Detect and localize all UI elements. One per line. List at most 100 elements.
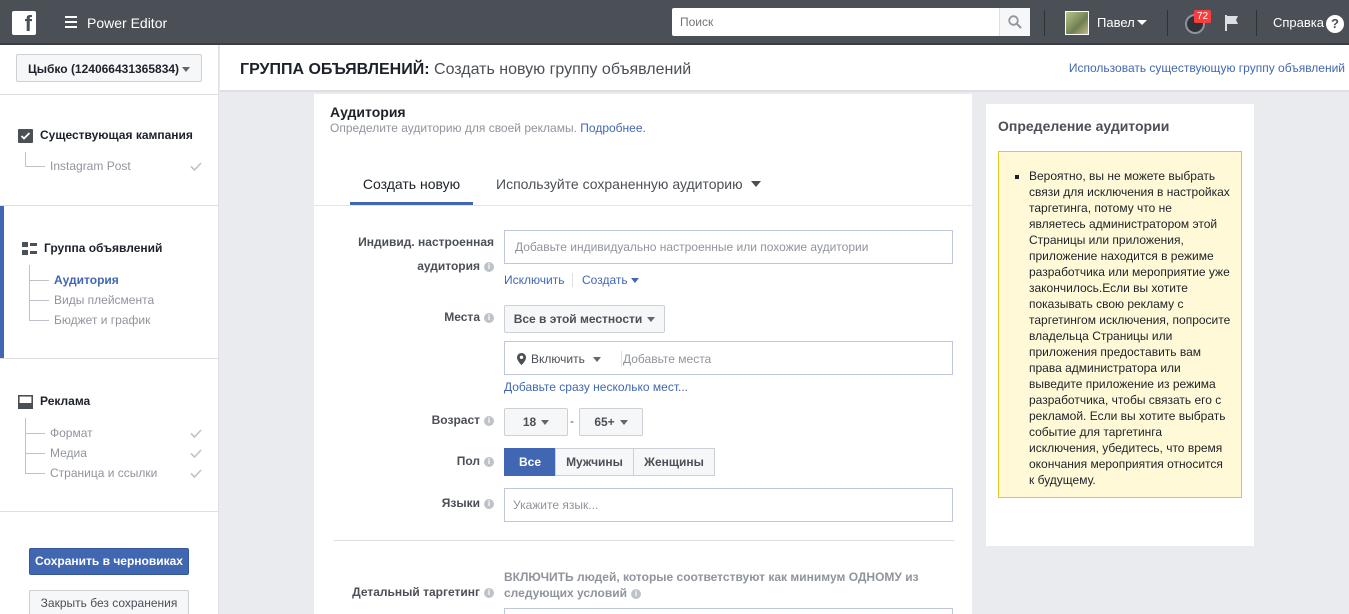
add-bulk-locations-link[interactable]: Добавьте сразу несколько мест... [504,380,688,394]
divider [1044,10,1045,36]
chevron-down-icon [182,67,190,72]
audience-card: Аудитория Определите аудиторию для своей… [314,94,972,614]
search-icon [1008,15,1022,29]
subtitle-text: Определите аудиторию для своей рекламы. [330,121,577,135]
age-min-dropdown[interactable]: 18 [504,408,568,436]
notification-badge: 72 [1194,10,1212,23]
sidebar: Цыбко (124066431365834) Существующая кам… [0,45,219,614]
checkmark-icon [190,449,202,458]
page-header: ГРУППА ОБЪЯВЛЕНИЙ: Создать новую группу … [220,45,1349,92]
divider [0,358,218,359]
tree-branch [29,320,49,321]
facebook-logo-icon[interactable]: f [12,11,36,35]
custom-audience-label: Индивид. настроенная аудитория i [338,230,494,278]
tab-create-new[interactable]: Создать новую [350,176,473,205]
tab-saved-audience[interactable]: Используйте сохраненную аудиторию [496,176,761,192]
sidebar-section-adset[interactable]: Группа объявлений [22,241,162,256]
age-max-dropdown[interactable]: 65+ [579,408,643,436]
label-line: Индивид. настроенная [358,235,494,249]
section-title: Аудитория [330,104,406,120]
tree-branch [29,280,49,281]
sidebar-item-budget[interactable]: Бюджет и график [54,313,150,327]
page-title-prefix: ГРУППА ОБЪЯВЛЕНИЙ: [240,61,430,78]
search-button[interactable] [999,8,1030,36]
tree-branch [29,300,49,301]
help-link[interactable]: Справка [1273,15,1324,30]
divider [314,205,972,206]
sidebar-section-label: Реклама [40,394,91,408]
info-icon[interactable]: i [484,498,494,509]
sidebar-item-media[interactable]: Медиа [50,446,87,460]
sidebar-section-campaign[interactable]: Существующая кампания [18,128,193,143]
gender-male-button[interactable]: Мужчины [555,448,634,476]
add-locations-input[interactable]: Добавьте места [623,351,711,367]
tree-line [25,152,26,167]
divider [1256,10,1257,36]
include-dropdown[interactable]: Включить [517,351,622,367]
info-icon[interactable]: i [484,261,494,272]
gender-female-button[interactable]: Женщины [633,448,715,476]
help-icon[interactable]: ? [1326,15,1344,33]
menu-icon[interactable] [65,16,77,28]
locations-field: Включить Добавьте места [504,341,953,375]
chevron-down-icon [750,181,761,187]
app-title[interactable]: Power Editor [87,15,167,31]
create-dropdown[interactable]: Создать [582,273,639,287]
info-icon[interactable]: i [484,456,494,467]
divider [572,273,573,287]
chevron-down-icon [630,278,639,284]
checkmark-icon [190,162,202,171]
sidebar-section-label: Существующая кампания [40,128,193,142]
info-icon[interactable]: i [630,588,641,599]
audience-definition-panel: Определение аудитории Вероятно, вы не мо… [986,104,1254,546]
tree-branch [25,453,45,454]
search-input[interactable] [672,8,992,36]
sidebar-item-instagram-post[interactable]: Instagram Post [50,159,131,173]
locations-label: Места i [338,305,494,329]
languages-label: Языки i [338,491,494,515]
close-without-saving-button[interactable]: Закрыть без сохранения [29,590,189,614]
tree-branch [25,166,45,167]
age-label: Возраст i [338,408,494,432]
sidebar-section-ad[interactable]: Реклама [18,394,90,409]
sidebar-item-audience[interactable]: Аудитория [54,273,119,287]
location-scope-dropdown[interactable]: Все в этой местности [504,305,665,333]
checkbox-icon [18,128,33,143]
languages-input[interactable]: Укажите язык... [504,488,953,522]
sidebar-item-format[interactable]: Формат [50,426,93,440]
learn-more-link[interactable]: Подробнее. [580,121,646,135]
ad-layout-icon [18,394,33,409]
checkmark-icon [190,429,202,438]
use-existing-adset-link[interactable]: Использовать существующую группу объявле… [1069,61,1345,75]
tree-line [25,418,26,474]
info-icon[interactable]: i [484,415,494,426]
divider [334,540,954,541]
search-box [672,8,1030,36]
detailed-targeting-input[interactable] [504,608,953,614]
label-line: аудитория i [338,254,494,278]
chevron-down-icon[interactable] [1137,20,1147,25]
gender-label: Пол i [338,449,494,473]
avatar[interactable] [1065,11,1089,35]
age-range-separator: - [570,414,574,428]
checkmark-icon [190,469,202,478]
flag-icon[interactable] [1223,14,1241,32]
sidebar-item-page-links[interactable]: Страница и ссылки [50,466,157,480]
info-icon[interactable]: i [484,587,494,598]
grid-icon [22,241,37,255]
active-section-indicator [0,206,4,358]
divider [0,205,218,206]
panel-title: Определение аудитории [998,118,1170,134]
exclude-link[interactable]: Исключить [504,273,564,287]
gender-all-button[interactable]: Все [504,448,556,476]
sidebar-item-placements[interactable]: Виды плейсмента [54,293,154,307]
info-icon[interactable]: i [484,312,494,323]
user-name[interactable]: Павел [1097,15,1135,30]
chevron-down-icon [541,420,550,426]
tab-label: Используйте сохраненную аудиторию [496,176,743,192]
top-bar: f Power Editor Павел 72 Справка ? [0,0,1349,45]
sidebar-section-label: Группа объявлений [44,241,163,255]
account-dropdown[interactable]: Цыбко (124066431365834) [16,54,202,82]
save-draft-button[interactable]: Сохранить в черновиках [29,548,189,575]
custom-audience-input[interactable]: Добавьте индивидуально настроенные или п… [504,230,953,264]
